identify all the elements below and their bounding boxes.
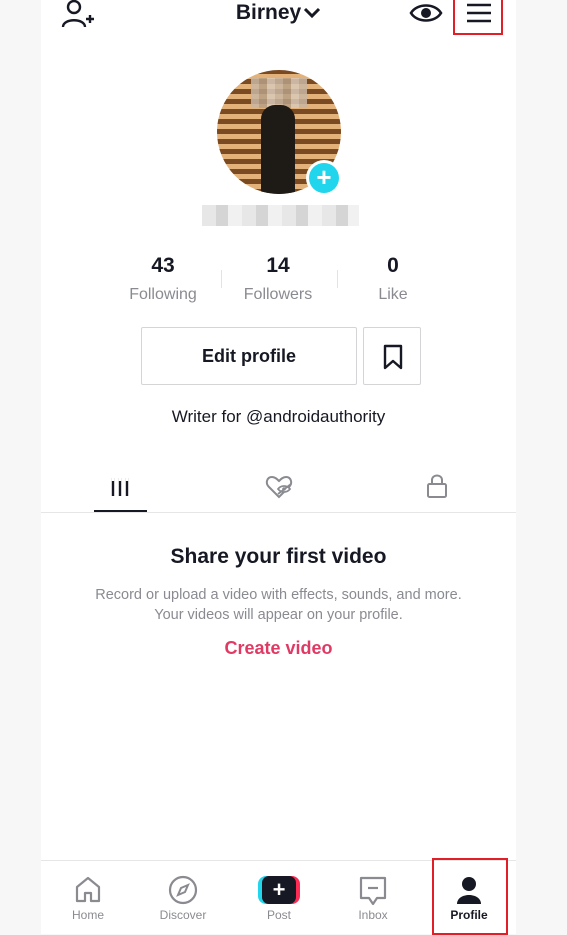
following-label: Following xyxy=(129,286,197,303)
nav-inbox-label: Inbox xyxy=(358,908,388,922)
likes-label: Like xyxy=(378,286,408,303)
profile-person-icon xyxy=(457,877,481,904)
profile-screen: Birney + 43 Following 14 Followers 0 Lik… xyxy=(41,0,516,935)
nav-home[interactable]: Home xyxy=(43,861,133,934)
hamburger-menu-icon[interactable] xyxy=(466,2,492,29)
nav-post-label: Post xyxy=(266,908,291,922)
stat-likes[interactable]: 0 Like xyxy=(338,254,448,306)
nav-discover[interactable]: Discover xyxy=(138,861,228,934)
favorites-button[interactable] xyxy=(363,327,421,385)
lock-icon xyxy=(427,474,447,498)
top-bar: Birney xyxy=(41,0,516,35)
bookmark-icon xyxy=(383,344,403,370)
avatar-blurred-face xyxy=(251,78,307,108)
videos-grid-icon xyxy=(111,478,129,496)
empty-state-description: Record or upload a video with effects, s… xyxy=(95,587,462,623)
bio-text: Writer for @androidauthority xyxy=(171,407,386,426)
inbox-icon xyxy=(359,876,387,906)
nav-discover-label: Discover xyxy=(159,908,207,922)
bottom-navigation: Home Discover + Post Inbox Profile xyxy=(41,858,516,935)
stat-divider xyxy=(221,270,222,288)
username-blurred xyxy=(202,205,359,226)
nav-inbox[interactable]: Inbox xyxy=(328,861,418,934)
empty-state-title: Share your first video xyxy=(170,545,387,568)
stat-following[interactable]: 43 Following xyxy=(108,254,218,306)
page-title: Birney xyxy=(235,1,302,24)
tab-liked-videos[interactable] xyxy=(248,470,308,510)
menu-highlight-box xyxy=(453,0,503,35)
stat-followers[interactable]: 14 Followers xyxy=(223,254,333,306)
tab-private-videos[interactable] xyxy=(407,470,467,510)
plus-icon: + xyxy=(309,163,339,193)
avatar-person-silhouette xyxy=(261,105,295,194)
add-avatar-button[interactable]: + xyxy=(306,160,342,196)
chevron-down-icon xyxy=(304,8,321,19)
compass-icon xyxy=(168,875,198,905)
nav-profile-label: Profile xyxy=(450,908,488,922)
following-count: 43 xyxy=(151,254,175,277)
tab-videos[interactable] xyxy=(90,470,150,510)
nav-post-label-wrap: Post xyxy=(234,861,324,934)
create-video-link[interactable]: Create video xyxy=(41,637,516,659)
followers-label: Followers xyxy=(243,286,313,303)
followers-count: 14 xyxy=(266,254,290,277)
eye-icon[interactable] xyxy=(409,0,443,26)
account-switcher[interactable]: Birney xyxy=(41,0,516,26)
nav-home-label: Home xyxy=(71,908,104,922)
home-icon xyxy=(75,876,101,903)
liked-hidden-heart-icon xyxy=(265,475,293,499)
nav-profile[interactable]: Profile xyxy=(424,861,514,934)
tabs-divider xyxy=(41,512,516,513)
edit-profile-button[interactable]: Edit profile xyxy=(141,327,357,385)
likes-count: 0 xyxy=(387,254,399,277)
